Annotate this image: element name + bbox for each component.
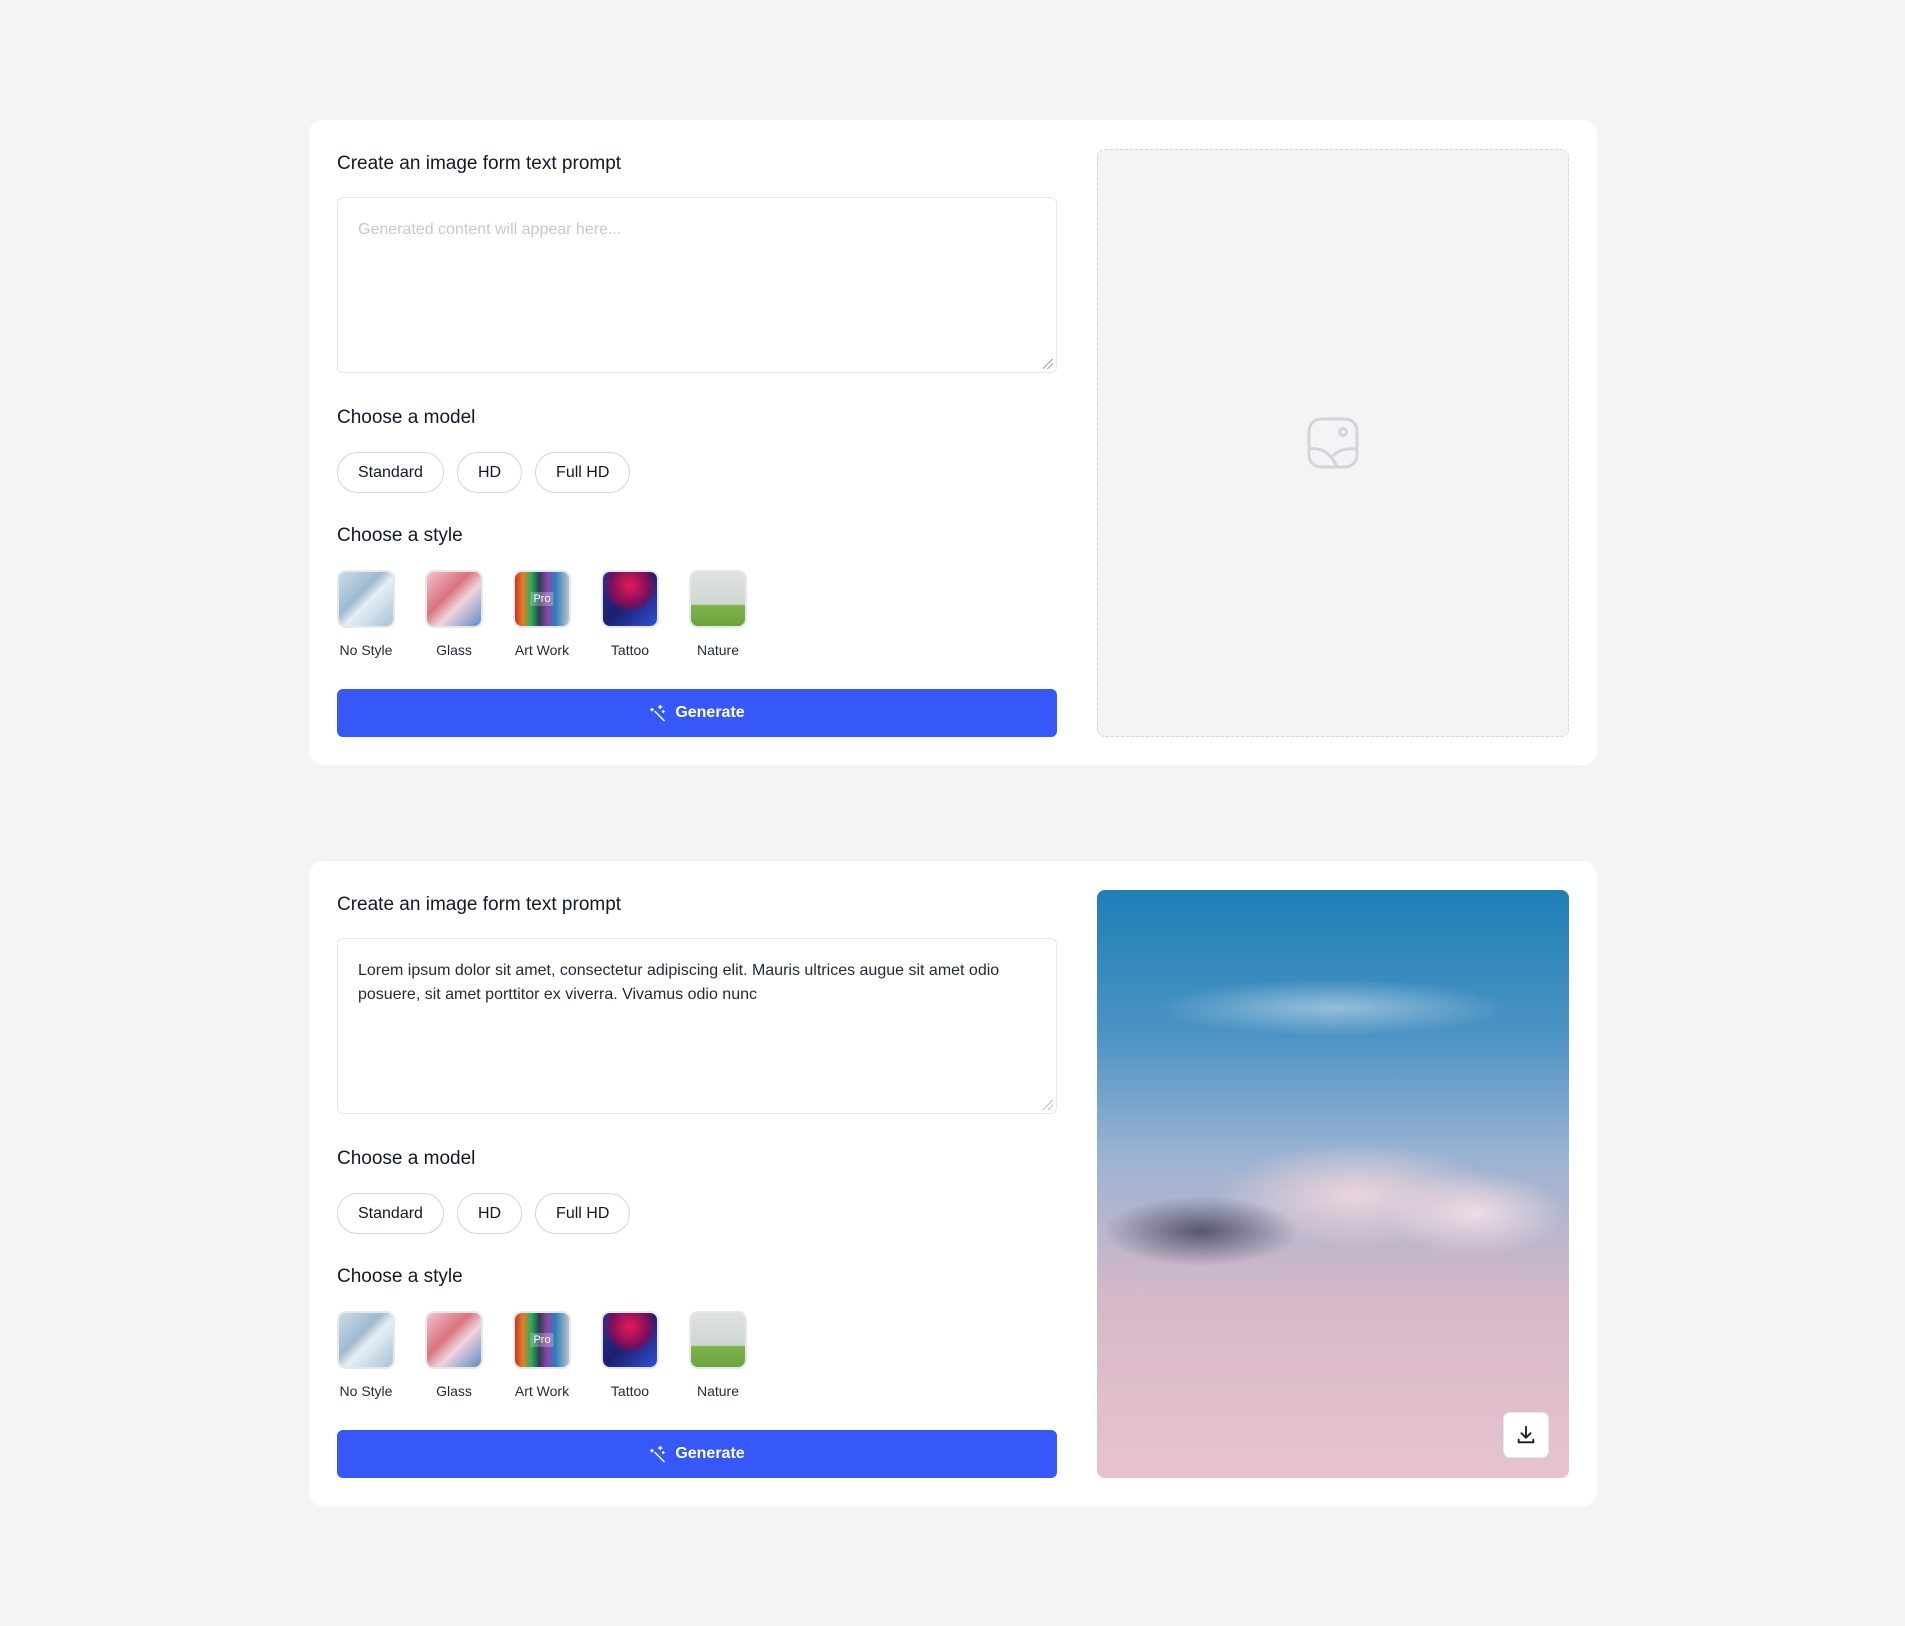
model-options: Standard HD Full HD xyxy=(337,1193,631,1234)
style-label: Nature xyxy=(696,1383,740,1399)
style-thumbnail xyxy=(337,1311,395,1369)
style-label: Glass xyxy=(436,1383,472,1399)
style-label: Art Work xyxy=(514,1383,570,1399)
model-options: Standard HD Full HD xyxy=(337,452,631,493)
style-option-no-style[interactable]: No Style xyxy=(337,570,395,658)
resize-handle[interactable] xyxy=(1043,359,1053,369)
generate-button[interactable]: Generate xyxy=(337,689,1057,737)
image-placeholder-icon xyxy=(1307,417,1359,469)
style-thumbnail xyxy=(425,570,483,628)
style-option-nature[interactable]: Nature xyxy=(689,1311,747,1399)
model-option-standard[interactable]: Standard xyxy=(337,1193,444,1234)
magic-wand-icon xyxy=(650,1445,666,1463)
image-generator-card: Create an image form text prompt Generat… xyxy=(309,120,1597,765)
style-thumbnail xyxy=(689,570,747,628)
model-option-hd[interactable]: HD xyxy=(456,452,523,493)
style-option-art-work[interactable]: Pro Art Work xyxy=(513,1311,571,1399)
style-thumbnail xyxy=(425,1311,483,1369)
model-heading: Choose a model xyxy=(337,1148,476,1169)
style-option-no-style[interactable]: No Style xyxy=(337,1311,395,1399)
style-label: Nature xyxy=(696,642,740,658)
style-option-glass[interactable]: Glass xyxy=(425,1311,483,1399)
pro-badge: Pro xyxy=(530,592,554,606)
generated-image xyxy=(1097,890,1569,1478)
style-label: Glass xyxy=(436,642,472,658)
magic-wand-icon xyxy=(650,704,666,722)
style-options: No Style Glass Pro Art Work Tattoo Natur… xyxy=(337,570,747,658)
generate-label: Generate xyxy=(675,1445,745,1462)
style-option-nature[interactable]: Nature xyxy=(689,570,747,658)
generate-label: Generate xyxy=(675,704,745,721)
style-option-tattoo[interactable]: Tattoo xyxy=(601,1311,659,1399)
download-button[interactable] xyxy=(1503,1412,1549,1458)
style-heading: Choose a style xyxy=(337,525,463,546)
prompt-textarea[interactable]: Lorem ipsum dolor sit amet, consectetur … xyxy=(337,938,1057,1114)
model-option-standard[interactable]: Standard xyxy=(337,452,444,493)
style-option-glass[interactable]: Glass xyxy=(425,570,483,658)
pro-badge: Pro xyxy=(530,1333,554,1347)
style-label: Tattoo xyxy=(610,1383,650,1399)
style-label: Art Work xyxy=(514,642,570,658)
download-icon xyxy=(1517,1425,1535,1444)
style-option-art-work[interactable]: Pro Art Work xyxy=(513,570,571,658)
prompt-textarea[interactable]: Generated content will appear here... xyxy=(337,197,1057,373)
image-preview-placeholder xyxy=(1097,149,1569,737)
form-title: Create an image form text prompt xyxy=(337,894,622,915)
model-option-hd[interactable]: HD xyxy=(456,1193,523,1234)
style-label: Tattoo xyxy=(610,642,650,658)
style-thumbnail xyxy=(601,570,659,628)
model-option-full-hd[interactable]: Full HD xyxy=(535,1193,631,1234)
style-thumbnail xyxy=(689,1311,747,1369)
style-options: No Style Glass Pro Art Work Tattoo Natur… xyxy=(337,1311,747,1399)
style-label: No Style xyxy=(339,642,393,658)
image-generator-card: Create an image form text prompt Lorem i… xyxy=(309,861,1597,1506)
model-heading: Choose a model xyxy=(337,407,476,428)
style-thumbnail xyxy=(601,1311,659,1369)
style-thumbnail xyxy=(337,570,395,628)
resize-handle[interactable] xyxy=(1043,1100,1053,1110)
model-option-full-hd[interactable]: Full HD xyxy=(535,452,631,493)
style-label: No Style xyxy=(339,1383,393,1399)
prompt-text: Lorem ipsum dolor sit amet, consectetur … xyxy=(358,962,1000,1003)
style-thumbnail: Pro xyxy=(513,1311,571,1369)
generate-button[interactable]: Generate xyxy=(337,1430,1057,1478)
style-option-tattoo[interactable]: Tattoo xyxy=(601,570,659,658)
style-heading: Choose a style xyxy=(337,1266,463,1287)
style-thumbnail: Pro xyxy=(513,570,571,628)
form-title: Create an image form text prompt xyxy=(337,153,622,174)
prompt-placeholder: Generated content will appear here... xyxy=(358,221,622,238)
